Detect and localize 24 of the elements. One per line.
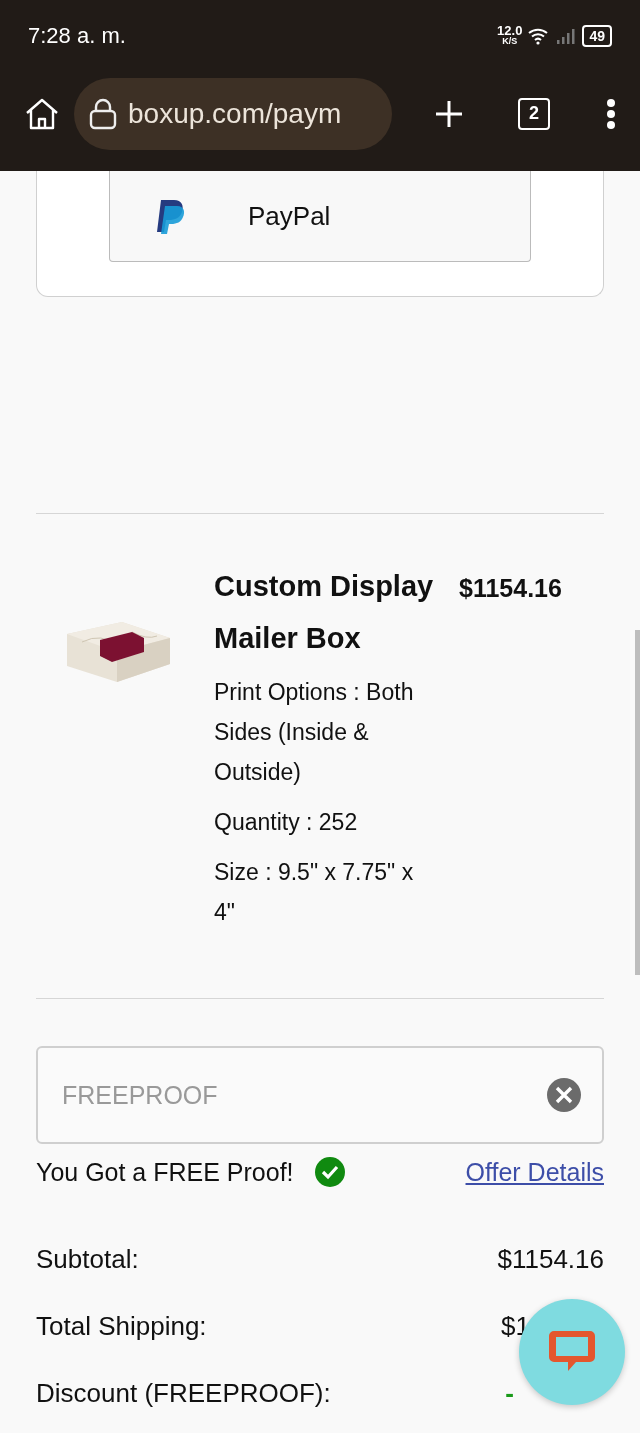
more-menu-icon[interactable] (606, 98, 616, 129)
address-bar[interactable]: boxup.com/paym (74, 77, 392, 150)
battery-indicator: 49 (582, 25, 612, 47)
lock-icon (88, 97, 118, 130)
network-speed: 12.0 (497, 25, 523, 36)
paypal-button[interactable]: PayPal (109, 171, 531, 262)
product-detail: Quantity : 252 (214, 808, 359, 837)
total-label: Subtotal: (36, 1244, 139, 1275)
total-value: $1154.16 (497, 1244, 604, 1275)
coupon-message: You Got a FREE Proof! (36, 1157, 294, 1187)
product-price: $1154.16 (459, 574, 562, 604)
product-detail: Size : 9.5" x 7.75" x 4" (214, 858, 415, 927)
total-value: - (505, 1378, 514, 1409)
clear-icon[interactable] (546, 1077, 582, 1113)
plus-icon[interactable] (434, 98, 464, 129)
product-detail: Print Options : Both Sides (Inside & Outside) (214, 678, 415, 787)
signal-icon (556, 27, 577, 45)
product-name: Custom Display Mailer Box (214, 569, 435, 656)
total-label: Total Shipping: (36, 1311, 207, 1342)
home-icon[interactable] (24, 96, 60, 131)
tab-count-button[interactable]: 2 (518, 97, 550, 130)
total-label: Discount (FREEPROOF): (36, 1378, 331, 1409)
network-speed-unit: K/S (502, 36, 518, 47)
status-time: 7:28 a. m. (28, 23, 126, 49)
